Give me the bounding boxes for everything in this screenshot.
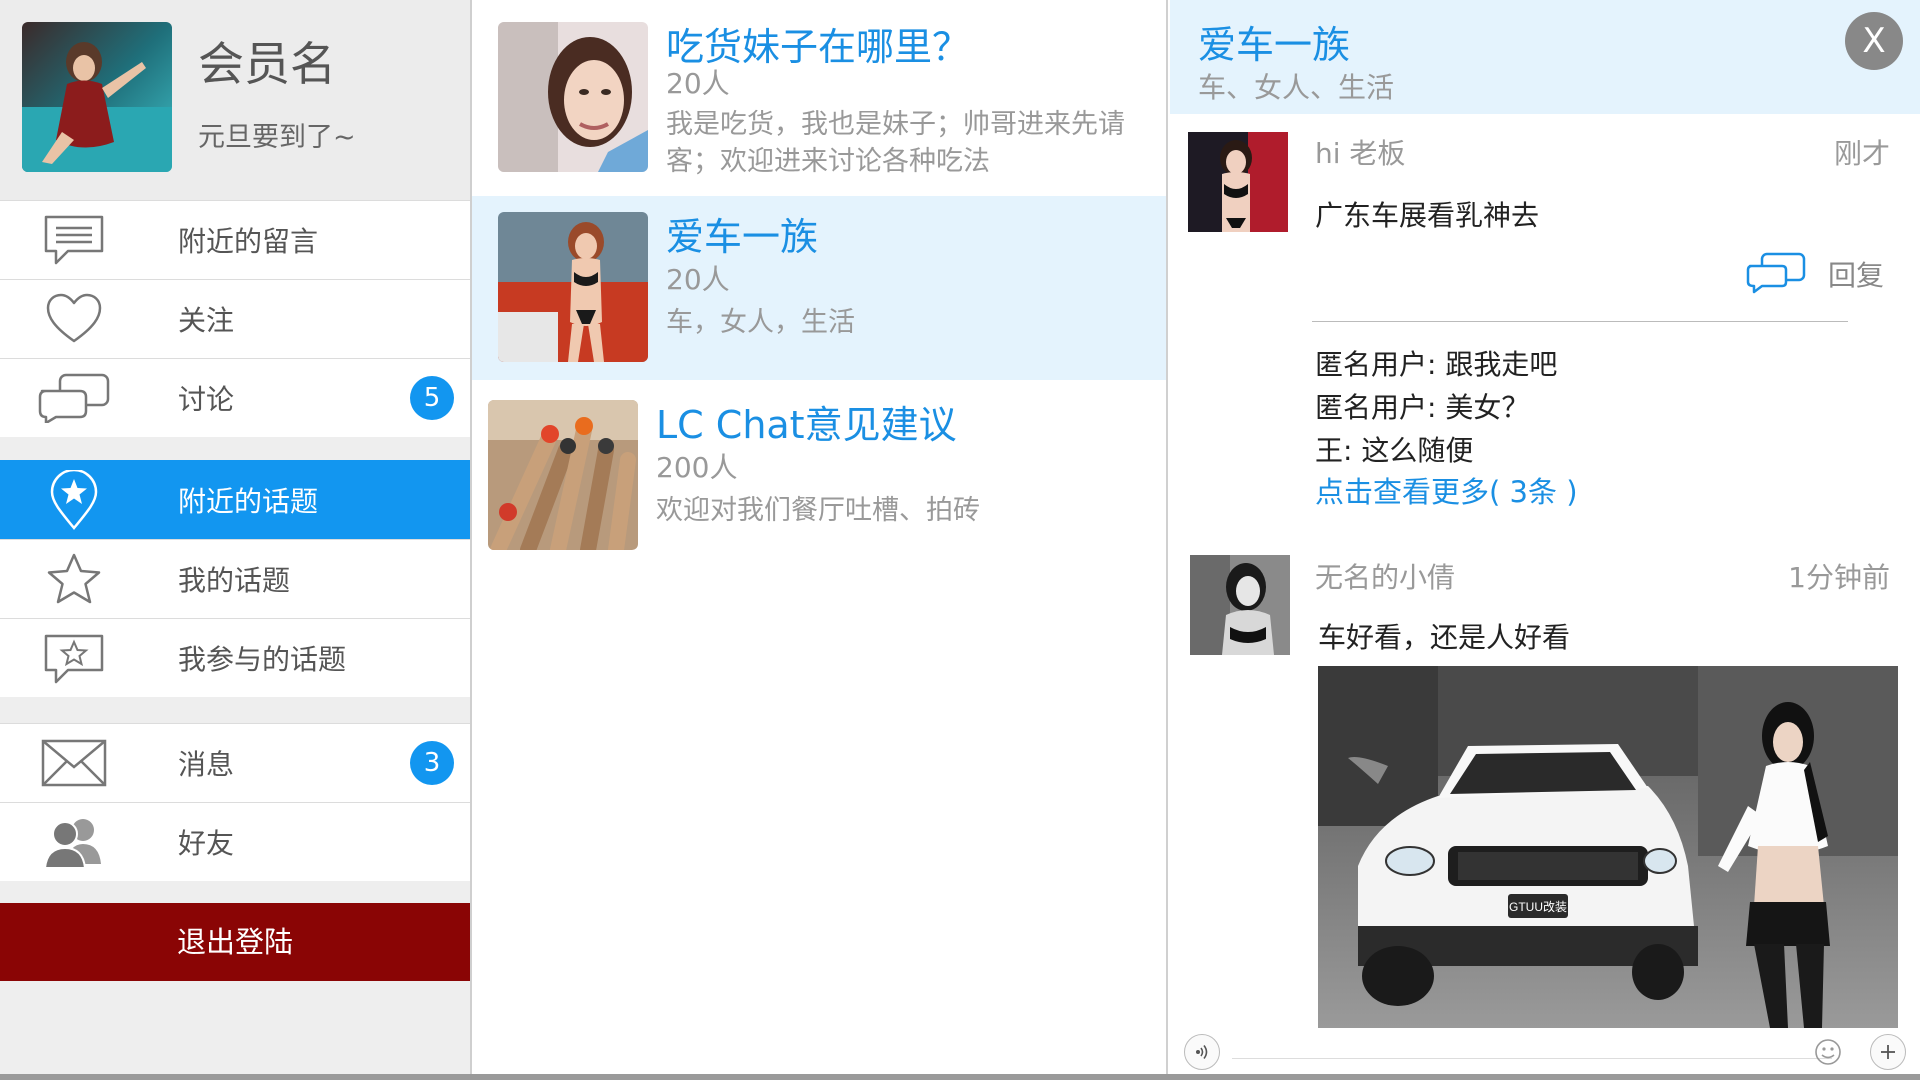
envelope-icon (38, 733, 110, 793)
comment-input-bar (1170, 1032, 1920, 1076)
heart-icon (38, 289, 110, 349)
topic-member-count: 20人 (666, 263, 730, 296)
menu-label: 我参与的话题 (178, 643, 347, 676)
menu-item-nearby-topics[interactable]: 附近的话题 (0, 460, 470, 539)
user-avatar[interactable] (22, 22, 172, 172)
comment-item: 匿名用户: 美女？ (1315, 391, 1530, 424)
chat-bubbles-icon (38, 368, 110, 428)
location-star-icon (38, 469, 110, 530)
menu-label: 讨论 (178, 383, 235, 416)
topic-thumbnail (488, 400, 638, 550)
menu-item-messages[interactable]: 消息 3 (0, 723, 470, 802)
star-icon (38, 549, 110, 609)
detail-title: 爱车一族 (1198, 23, 1351, 67)
menu-label: 关注 (178, 304, 235, 337)
comment-input[interactable] (1232, 1058, 1832, 1059)
menu-item-joined-topics[interactable]: 我参与的话题 (0, 618, 470, 697)
comment-item: 匿名用户: 跟我走吧 (1315, 348, 1558, 381)
window-bottom-edge (0, 1074, 1920, 1080)
menu-group-social: 附近的留言 关注 讨论 5 (0, 200, 470, 437)
voice-icon[interactable] (1184, 1034, 1220, 1070)
menu-item-follow[interactable]: 关注 (0, 279, 470, 358)
post-avatar[interactable] (1188, 132, 1288, 232)
messages-count-badge: 3 (410, 741, 454, 785)
post-avatar[interactable] (1190, 555, 1290, 655)
sidebar: 会员名 元旦要到了~ 附近的留言 关注 讨论 5 附近的话题 我的话题 我参与的… (0, 0, 472, 1080)
topic-description: 欢迎对我们餐厅吐槽、拍砖 (656, 495, 980, 526)
topic-name: 爱车一族 (666, 215, 819, 259)
close-button[interactable]: X (1845, 12, 1903, 70)
topic-thumbnail (498, 212, 648, 362)
username: 会员名 (198, 37, 336, 91)
friends-icon (38, 812, 110, 872)
topic-list: 吃货妹子在哪里？ 20人 我是吃货，我也是妹子；帅哥进来先请客；欢迎进来讨论各种… (472, 0, 1168, 1080)
topic-member-count: 200人 (656, 451, 738, 484)
menu-item-my-topics[interactable]: 我的话题 (0, 539, 470, 618)
profile-header: 会员名 元旦要到了~ (0, 0, 470, 200)
menu-label: 附近的话题 (178, 484, 319, 518)
menu-item-nearby-messages[interactable]: 附近的留言 (0, 200, 470, 279)
menu-label: 消息 (178, 748, 235, 781)
post-text: 广东车展看乳神去 (1315, 199, 1540, 232)
menu-item-discussion[interactable]: 讨论 5 (0, 358, 470, 437)
message-lines-icon (38, 210, 110, 270)
topic-item[interactable]: LC Chat意见建议 200人 欢迎对我们餐厅吐槽、拍砖 (472, 380, 1166, 570)
topic-detail-panel: 爱车一族 车、女人、生活 X hi 老板 刚才 广东车展看乳神去 回复 匿名用户… (1170, 0, 1920, 1080)
topic-description: 车，女人，生活 (666, 307, 855, 338)
reply-icon (1746, 252, 1806, 298)
post-username: hi 老板 (1315, 137, 1406, 170)
comment-item: 王: 这么随便 (1315, 434, 1474, 467)
reply-label: 回复 (1828, 259, 1885, 292)
post-time: 1分钟前 (1788, 561, 1890, 594)
menu-group-messages: 消息 3 好友 (0, 723, 470, 881)
logout-button[interactable]: 退出登陆 (0, 903, 470, 981)
user-status: 元旦要到了~ (198, 122, 356, 153)
menu-label: 附近的留言 (178, 225, 319, 258)
add-icon[interactable] (1870, 1034, 1906, 1070)
menu-group-topics: 附近的话题 我的话题 我参与的话题 (0, 460, 470, 697)
emoji-icon[interactable] (1810, 1034, 1846, 1070)
reply-button[interactable]: 回复 (1746, 248, 1886, 298)
post-time: 刚才 (1833, 137, 1890, 170)
post-text: 车好看，还是人好看 (1318, 621, 1571, 654)
menu-item-friends[interactable]: 好友 (0, 802, 470, 881)
topic-thumbnail (498, 22, 648, 172)
discussion-count-badge: 5 (410, 376, 454, 420)
star-frame-icon (38, 628, 110, 688)
topic-item[interactable]: 爱车一族 20人 车，女人，生活 (472, 196, 1166, 380)
menu-label: 好友 (178, 827, 235, 860)
post-photo[interactable]: GTUU改装 (1318, 666, 1898, 1028)
comment-divider (1312, 321, 1848, 322)
license-plate-text: GTUU改装 (1509, 900, 1567, 914)
post-username: 无名的小倩 (1315, 561, 1456, 594)
menu-label: 我的话题 (178, 564, 291, 597)
view-more-comments-link[interactable]: 点击查看更多( 3条 ) (1315, 469, 1578, 511)
topic-member-count: 20人 (666, 67, 730, 100)
topic-item[interactable]: 吃货妹子在哪里？ 20人 我是吃货，我也是妹子；帅哥进来先请客；欢迎进来讨论各种… (472, 0, 1166, 196)
topic-name: LC Chat意见建议 (656, 403, 957, 447)
topic-description: 我是吃货，我也是妹子；帅哥进来先请客；欢迎进来讨论各种吃法 (666, 109, 1125, 177)
detail-tags: 车、女人、生活 (1198, 71, 1395, 104)
detail-header: 爱车一族 车、女人、生活 X (1170, 0, 1920, 114)
